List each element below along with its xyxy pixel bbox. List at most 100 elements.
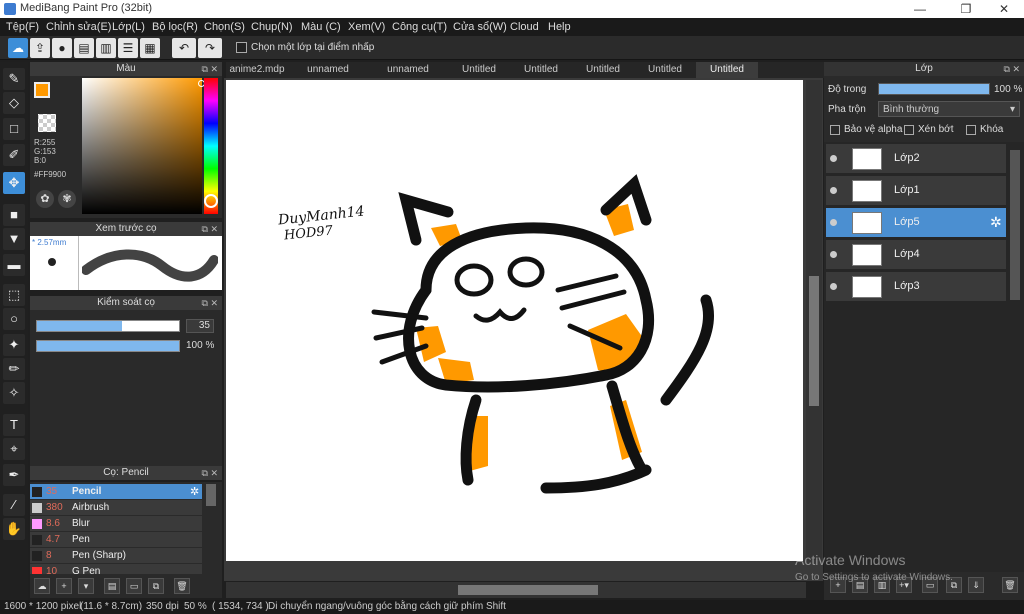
brush-row[interactable]: 4.7 Pen — [30, 532, 202, 548]
layer-row-lop4[interactable]: Lớp4 — [826, 240, 1006, 270]
foreground-color-swatch[interactable] — [34, 82, 50, 98]
panel-popout-icon[interactable]: ⧉ ✕ — [202, 296, 218, 310]
panel-popout-icon[interactable]: ⧉ ✕ — [202, 222, 218, 236]
panel-popout-icon[interactable]: ⧉ ✕ — [202, 466, 218, 480]
brush-size-value[interactable]: 35 — [186, 319, 214, 333]
brush-delete-icon[interactable]: 🗑 — [174, 578, 190, 594]
brush-row[interactable]: 35 Pencil ✲ — [30, 484, 202, 500]
drawing-canvas[interactable]: DuyManh14 HOD97 — [226, 80, 803, 561]
brush-row[interactable]: 10 G Pen — [30, 564, 202, 574]
clip-checkbox[interactable] — [904, 125, 914, 135]
gradient-tool-icon[interactable]: ▬ — [3, 254, 25, 276]
visibility-icon[interactable] — [830, 155, 837, 162]
divide-tool-icon[interactable]: ⌖ — [3, 438, 25, 460]
tab-untitled-3[interactable]: Untitled — [572, 62, 634, 78]
fill-rect-tool-icon[interactable]: ■ — [3, 204, 25, 226]
rect-tool-icon[interactable]: □ — [3, 118, 25, 140]
layer-delete-icon[interactable]: 🗑 — [1002, 577, 1018, 593]
brush-row[interactable]: 380 Airbrush — [30, 500, 202, 516]
chat-icon[interactable]: ● — [52, 38, 72, 58]
move-tool-icon[interactable]: ✥ — [3, 172, 25, 194]
close-button[interactable]: ✕ — [984, 0, 1024, 18]
saturation-value-picker[interactable] — [82, 78, 202, 214]
visibility-icon[interactable] — [830, 283, 837, 290]
select-layer-checkbox[interactable] — [236, 42, 247, 53]
brush-row[interactable]: 8 Pen (Sharp) — [30, 548, 202, 564]
brush-cloud-icon[interactable]: ☁ — [34, 578, 50, 594]
redo-icon[interactable]: ↷ — [198, 38, 222, 58]
tab-unnamed-14[interactable]: unnamed (14).png — [288, 62, 368, 91]
canvas-hscroll-thumb[interactable] — [458, 585, 598, 595]
menu-view[interactable]: Xem(V) — [348, 21, 385, 33]
blend-mode-select[interactable]: Bình thường ▾ — [878, 101, 1020, 117]
upload-icon[interactable]: ⇪ — [30, 38, 50, 58]
lock-checkbox[interactable] — [966, 125, 976, 135]
grid-icon[interactable]: ▦ — [140, 38, 160, 58]
lasso-icon[interactable]: ○ — [3, 308, 25, 330]
tab-untitled-active[interactable]: Untitled — [696, 62, 758, 78]
select-rect-icon[interactable]: ⬚ — [3, 284, 25, 306]
brush-duplicate-icon[interactable]: ⧉ — [148, 578, 164, 594]
tab-untitled-1[interactable]: Untitled — [448, 62, 510, 78]
comment-icon[interactable]: ▤ — [74, 38, 94, 58]
palette-settings-icon[interactable]: ✾ — [58, 190, 76, 208]
tab-untitled-4[interactable]: Untitled — [634, 62, 696, 78]
undo-icon[interactable]: ↶ — [172, 38, 196, 58]
transparent-color-swatch[interactable] — [38, 114, 56, 132]
select-pen-icon[interactable]: ✏ — [3, 358, 25, 380]
menu-edit[interactable]: Chỉnh sửa(E) — [46, 21, 111, 33]
canvas-vscroll-thumb[interactable] — [809, 276, 819, 406]
menu-tools[interactable]: Công cụ(T) — [392, 21, 447, 33]
menu-select[interactable]: Chọn(S) — [204, 21, 245, 33]
text-tool-icon[interactable]: T — [3, 414, 25, 436]
page-icon[interactable]: ▥ — [96, 38, 116, 58]
palette-icon[interactable]: ✿ — [36, 190, 54, 208]
panel-popout-icon[interactable]: ⧉ ✕ — [1004, 62, 1020, 76]
hue-slider-thumb[interactable] — [204, 194, 218, 208]
brush-list-scrollbar[interactable] — [206, 484, 216, 506]
select-eraser-icon[interactable]: ✧ — [3, 382, 25, 404]
tab-unnamed-15[interactable]: unnamed (15).png — [368, 62, 448, 91]
canvas-vscroll[interactable] — [806, 80, 822, 560]
panel-popout-icon[interactable]: ⧉ ✕ — [202, 62, 218, 76]
brush-add-icon[interactable]: ▾ — [78, 578, 94, 594]
layer-row-lop5[interactable]: Lớp5 ✲ — [826, 208, 1006, 238]
layer-row-lop2[interactable]: Lớp2 — [826, 144, 1006, 174]
layer-row-lop1[interactable]: Lớp1 — [826, 176, 1006, 206]
menu-layer[interactable]: Lớp(L) — [112, 21, 145, 33]
menu-filter[interactable]: Bộ lọc(R) — [152, 21, 198, 33]
minimize-button[interactable]: — — [900, 0, 940, 18]
cloud-icon[interactable]: ☁ — [8, 38, 28, 58]
layer-opacity-slider[interactable] — [878, 83, 990, 95]
magic-wand-icon[interactable]: ✦ — [3, 334, 25, 356]
bucket-tool-icon[interactable]: ▼ — [3, 228, 25, 250]
brush-row[interactable]: 8.6 Blur — [30, 516, 202, 532]
visibility-icon[interactable] — [830, 251, 837, 258]
brush-opacity-slider[interactable] — [36, 340, 180, 352]
hand-tool-icon[interactable]: ✋ — [3, 518, 25, 540]
layer-list-scrollbar[interactable] — [1010, 150, 1020, 300]
brush-tool-icon[interactable]: ✎ — [3, 68, 25, 90]
menu-window[interactable]: Cửa sổ(W) — [453, 21, 507, 33]
brush-size-slider[interactable] — [36, 320, 180, 332]
tab-untitled-2[interactable]: Untitled — [510, 62, 572, 78]
brush-settings-gear-icon[interactable]: ✲ — [190, 485, 199, 498]
maximize-button[interactable]: ❐ — [946, 0, 986, 18]
brush-new-icon[interactable]: + — [56, 578, 72, 594]
canvas-hscroll[interactable] — [226, 582, 806, 598]
menu-file[interactable]: Tệp(F) — [6, 21, 39, 33]
brush-folder-icon[interactable]: ▭ — [126, 578, 142, 594]
eraser-tool-icon[interactable]: ◇ — [3, 92, 25, 114]
blur-tool-icon[interactable]: ✒ — [3, 464, 25, 486]
menu-cloud[interactable]: Cloud — [510, 21, 539, 33]
eyedropper-icon[interactable]: ⁄ — [3, 494, 25, 516]
protect-alpha-checkbox[interactable] — [830, 125, 840, 135]
menu-snap[interactable]: Chụp(N) — [251, 21, 293, 33]
tab-anime2[interactable]: anime2.mdp — [226, 62, 288, 78]
layer-row-lop3[interactable]: Lớp3 — [826, 272, 1006, 302]
menu-help[interactable]: Help — [548, 21, 571, 33]
menu-color[interactable]: Màu (C) — [301, 21, 341, 33]
layer-merge-icon[interactable]: ⇓ — [968, 577, 984, 593]
visibility-icon[interactable] — [830, 187, 837, 194]
pen-tool-icon[interactable]: ✐ — [3, 144, 25, 166]
